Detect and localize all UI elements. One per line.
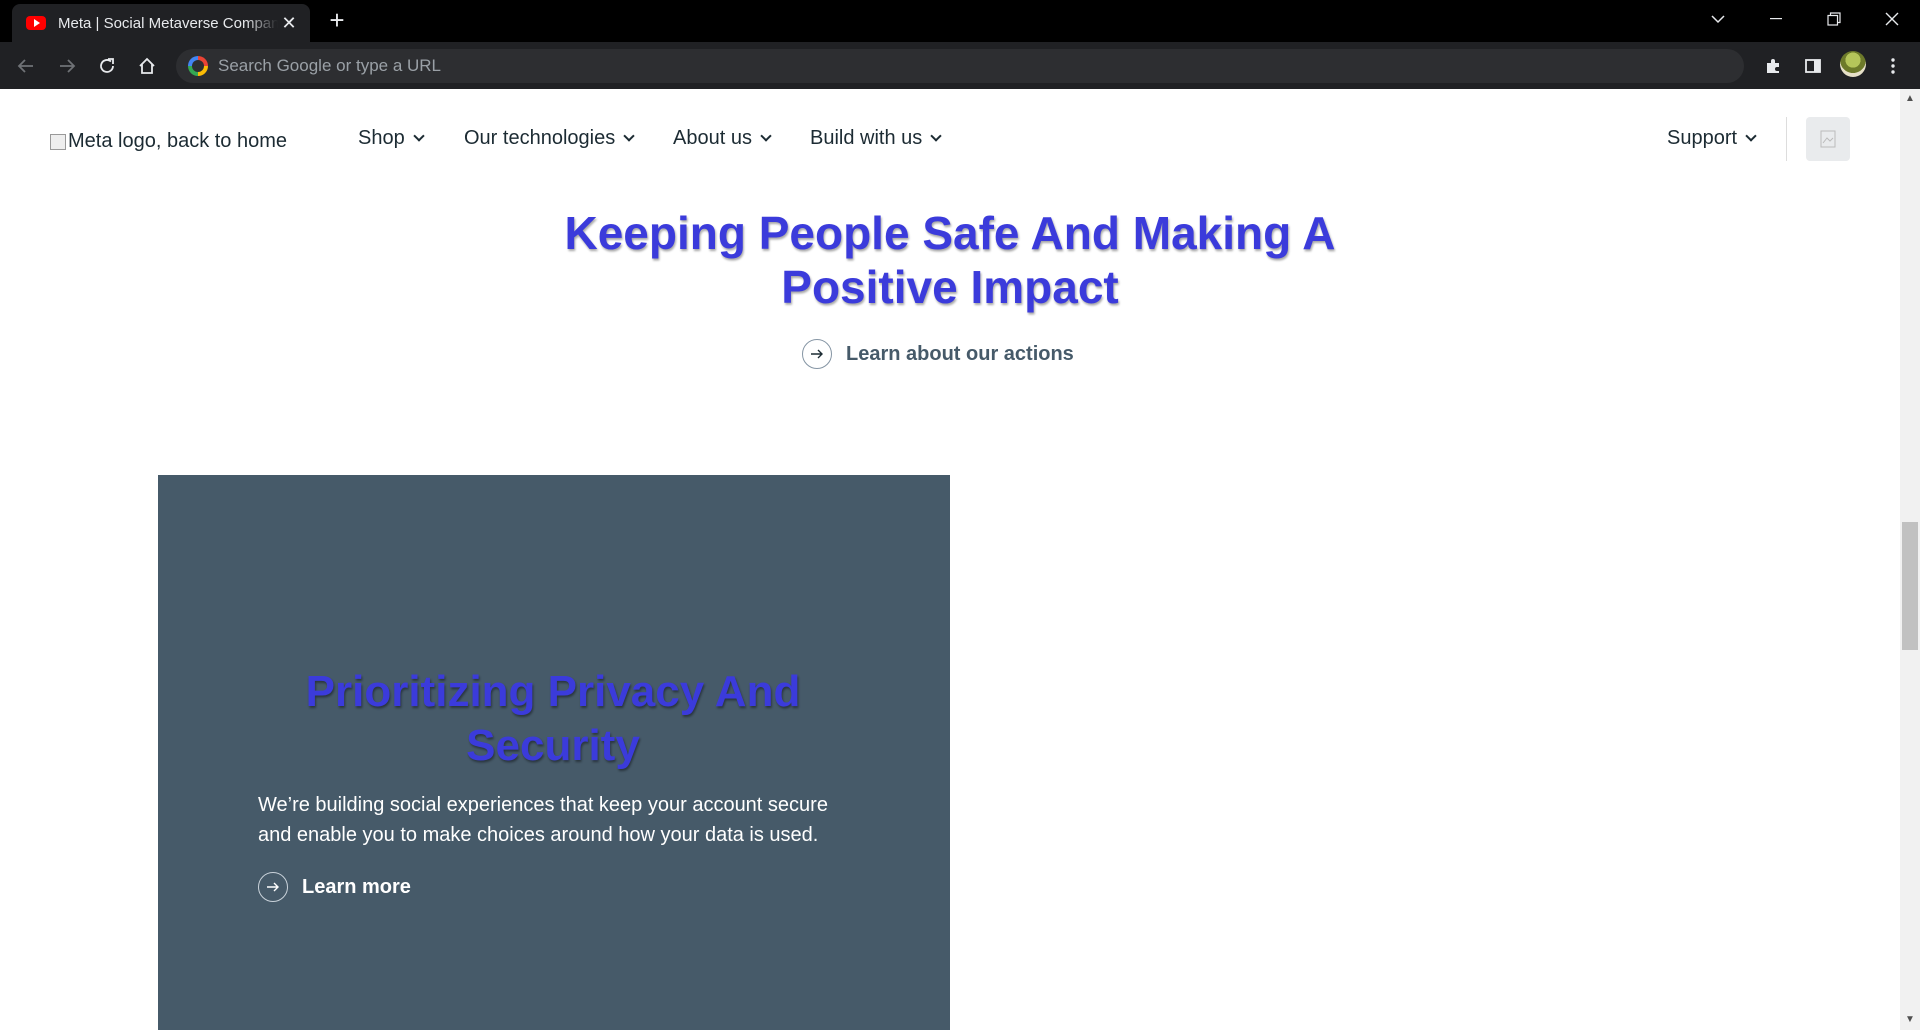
nav-about-us-label: About us [673, 127, 752, 149]
hero-heading: Keeping People Safe And Making A Positiv… [564, 207, 1336, 313]
nav-our-technologies[interactable]: Our technologies [464, 127, 635, 150]
nav-build-with-us-label: Build with us [810, 127, 923, 149]
address-bar[interactable] [176, 49, 1744, 83]
web-page: Meta logo, back to home Shop Our technol… [0, 89, 1900, 1030]
broken-image-icon [50, 133, 66, 150]
learn-about-actions-label: Learn about our actions [846, 342, 1074, 365]
menu-kebab-icon[interactable] [1877, 50, 1909, 82]
nav-shop[interactable]: Shop [358, 127, 425, 150]
chevron-down-icon [930, 130, 942, 142]
close-window-button[interactable] [1864, 0, 1920, 38]
side-panel-icon[interactable] [1797, 50, 1829, 82]
nav-support[interactable]: Support [1667, 127, 1757, 150]
chevron-down-icon [1745, 130, 1757, 142]
minimize-button[interactable] [1748, 0, 1804, 38]
restore-button[interactable] [1806, 0, 1862, 38]
google-icon [188, 56, 208, 76]
chevron-down-icon [623, 130, 635, 142]
scroll-up-arrow-icon[interactable]: ▲ [1900, 91, 1920, 107]
cart-button[interactable] [1806, 117, 1850, 161]
new-tab-button[interactable]: + [322, 6, 352, 36]
scrollbar-thumb[interactable] [1902, 522, 1918, 650]
tab-strip: Meta | Social Metaverse Company ✕ + [0, 0, 1920, 42]
tab-close-icon[interactable]: ✕ [278, 13, 300, 34]
tab-search-button[interactable] [1690, 0, 1746, 38]
arrow-right-icon [258, 872, 288, 902]
meta-logo[interactable]: Meta logo, back to home [50, 130, 287, 153]
reload-button[interactable] [91, 50, 123, 82]
nav-support-label: Support [1667, 127, 1738, 149]
nav-divider [1786, 117, 1787, 161]
youtube-favicon-icon [26, 16, 46, 30]
broken-image-icon [1820, 130, 1836, 148]
learn-more-label: Learn more [302, 875, 411, 898]
nav-shop-label: Shop [358, 127, 405, 149]
scroll-down-arrow-icon[interactable]: ▼ [1900, 1012, 1920, 1028]
privacy-card-heading: Prioritizing Privacy And Security [305, 667, 801, 770]
privacy-card: Prioritizing Privacy And Security We’re … [158, 475, 950, 1030]
omnibox-input[interactable] [218, 56, 1618, 76]
forward-button[interactable] [51, 50, 83, 82]
privacy-card-body: We’re building social experiences that k… [258, 794, 828, 846]
tab-title: Meta | Social Metaverse Company [58, 14, 278, 32]
arrow-right-icon [802, 339, 832, 369]
home-button[interactable] [131, 50, 163, 82]
nav-build-with-us[interactable]: Build with us [810, 127, 942, 150]
chevron-down-icon [760, 130, 772, 142]
nav-our-technologies-label: Our technologies [464, 127, 616, 149]
learn-more-link[interactable]: Learn more [258, 872, 411, 902]
browser-toolbar [0, 42, 1920, 89]
profile-avatar[interactable] [1840, 51, 1866, 77]
chevron-down-icon [413, 130, 425, 142]
back-button[interactable] [10, 50, 42, 82]
site-header: Meta logo, back to home Shop Our technol… [0, 89, 1900, 189]
extensions-icon[interactable] [1757, 50, 1789, 82]
learn-about-actions-link[interactable]: Learn about our actions [802, 339, 1074, 369]
browser-tab[interactable]: Meta | Social Metaverse Company ✕ [12, 4, 310, 42]
nav-about-us[interactable]: About us [673, 127, 772, 150]
logo-alt-text: Meta logo, back to home [68, 130, 288, 152]
